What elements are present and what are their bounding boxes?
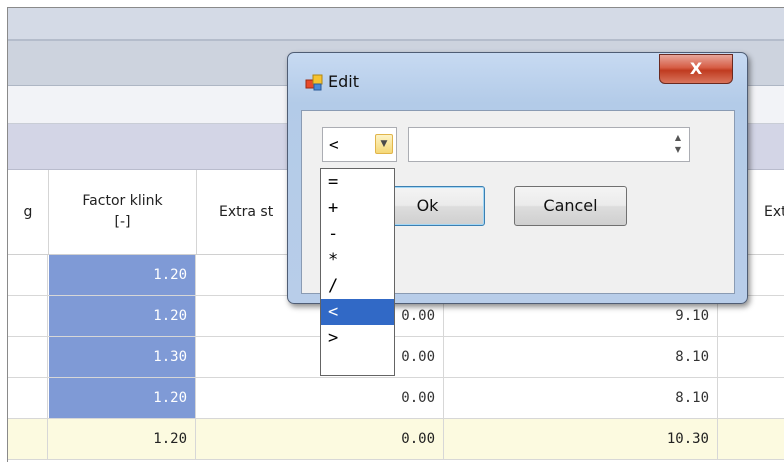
window-icon: [305, 74, 323, 91]
operator-combobox[interactable]: < ▼: [322, 127, 397, 162]
table-cell[interactable]: [719, 337, 784, 377]
table-cell[interactable]: 8.10: [445, 337, 718, 377]
dropdown-option[interactable]: -: [321, 221, 394, 247]
dialog-title: Edit: [328, 72, 359, 91]
operator-value: <: [329, 135, 339, 154]
table-cell[interactable]: 1.30: [49, 337, 196, 377]
table-cell[interactable]: 1.20: [49, 255, 196, 295]
table-cell[interactable]: [8, 378, 48, 418]
spin-down-icon[interactable]: ▼: [672, 144, 684, 156]
cancel-button[interactable]: Cancel: [514, 186, 627, 226]
dropdown-option[interactable]: /: [321, 273, 394, 299]
table-cell[interactable]: 0.00: [197, 419, 444, 459]
chevron-down-icon[interactable]: ▼: [375, 134, 393, 154]
table-cell[interactable]: [719, 419, 784, 459]
table-row[interactable]: 1.30 0.00 8.10: [8, 337, 784, 378]
table-cell[interactable]: [719, 378, 784, 418]
table-cell[interactable]: 1.20: [49, 419, 196, 459]
table-row[interactable]: 1.20 0.00 8.10: [8, 378, 784, 419]
column-header-factor-klink[interactable]: Factor klink [-]: [49, 170, 197, 254]
table-cell[interactable]: 10.30: [445, 419, 718, 459]
number-input[interactable]: ▲ ▼: [408, 127, 690, 162]
close-button[interactable]: X: [659, 54, 733, 84]
close-icon: X: [689, 59, 703, 78]
dropdown-option[interactable]: =: [321, 169, 394, 195]
dropdown-option[interactable]: +: [321, 195, 394, 221]
table-cell[interactable]: [8, 255, 48, 295]
toolbar-band: [8, 8, 784, 39]
table-cell[interactable]: 0.00: [197, 378, 444, 418]
spinner-arrows[interactable]: ▲ ▼: [672, 132, 684, 158]
table-cell[interactable]: [8, 296, 48, 336]
table-cell[interactable]: 1.20: [49, 296, 196, 336]
column-header[interactable]: g: [8, 170, 49, 254]
table-row[interactable]: 1.20 0.00 10.30: [8, 419, 784, 460]
spin-up-icon[interactable]: ▲: [672, 132, 684, 144]
dropdown-option[interactable]: <: [321, 299, 394, 325]
table-cell[interactable]: 1.20: [49, 378, 196, 418]
table-cell[interactable]: 8.10: [445, 378, 718, 418]
dropdown-option[interactable]: >: [321, 325, 394, 351]
operator-dropdown-list: = + - * / < >: [320, 168, 395, 376]
dropdown-option[interactable]: *: [321, 247, 394, 273]
table-cell[interactable]: [8, 337, 48, 377]
table-cell[interactable]: [8, 419, 48, 459]
